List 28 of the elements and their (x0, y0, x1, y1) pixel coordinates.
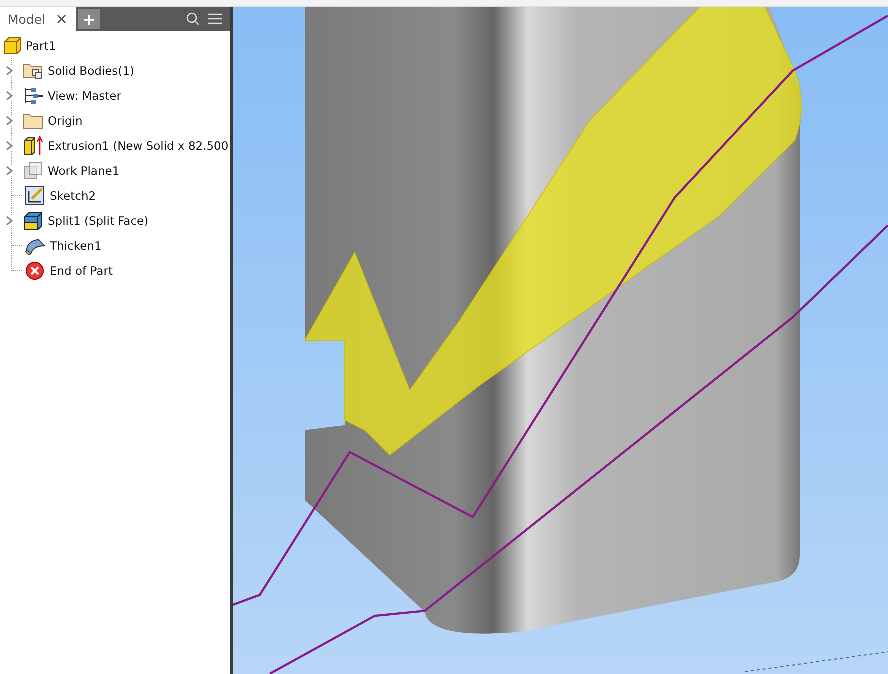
tree-item-label[interactable]: Sketch2 (50, 188, 96, 202)
tree-item-label[interactable]: Extrusion1 (New Solid x 82.500 (48, 138, 229, 152)
part-cube-icon (3, 36, 23, 56)
tree-item-label[interactable]: Origin (48, 114, 83, 128)
close-icon[interactable]: × (56, 10, 68, 28)
extrude-icon (23, 136, 45, 156)
chevron-icon[interactable] (6, 116, 14, 126)
tree-item-label[interactable]: Split1 (Split Face) (48, 214, 149, 228)
tree-item-label[interactable]: Thicken1 (50, 238, 102, 252)
chevron-icon[interactable] (6, 90, 14, 100)
model-tab[interactable]: Model × (0, 7, 76, 31)
sketch-icon (25, 186, 47, 206)
hierarchy-icon (23, 86, 45, 106)
chevron-icon[interactable] (6, 140, 14, 150)
search-icon[interactable] (186, 12, 200, 26)
chevron-icon[interactable] (6, 216, 14, 226)
tree-item-label[interactable]: End of Part (50, 264, 113, 278)
tree-item-label[interactable]: Solid Bodies(1) (48, 64, 134, 78)
tree-item-label[interactable]: Part1 (26, 38, 56, 52)
tree-item-label[interactable]: View: Master (48, 88, 122, 102)
stop-icon (25, 260, 47, 280)
menu-icon[interactable] (208, 13, 222, 25)
chevron-icon[interactable] (6, 166, 14, 176)
split-box-icon (23, 210, 45, 230)
tree-item-label[interactable]: Work Plane1 (48, 164, 120, 178)
chevron-icon[interactable] (6, 66, 14, 76)
add-tab-button[interactable]: + (78, 9, 100, 29)
planes-icon (23, 160, 45, 180)
